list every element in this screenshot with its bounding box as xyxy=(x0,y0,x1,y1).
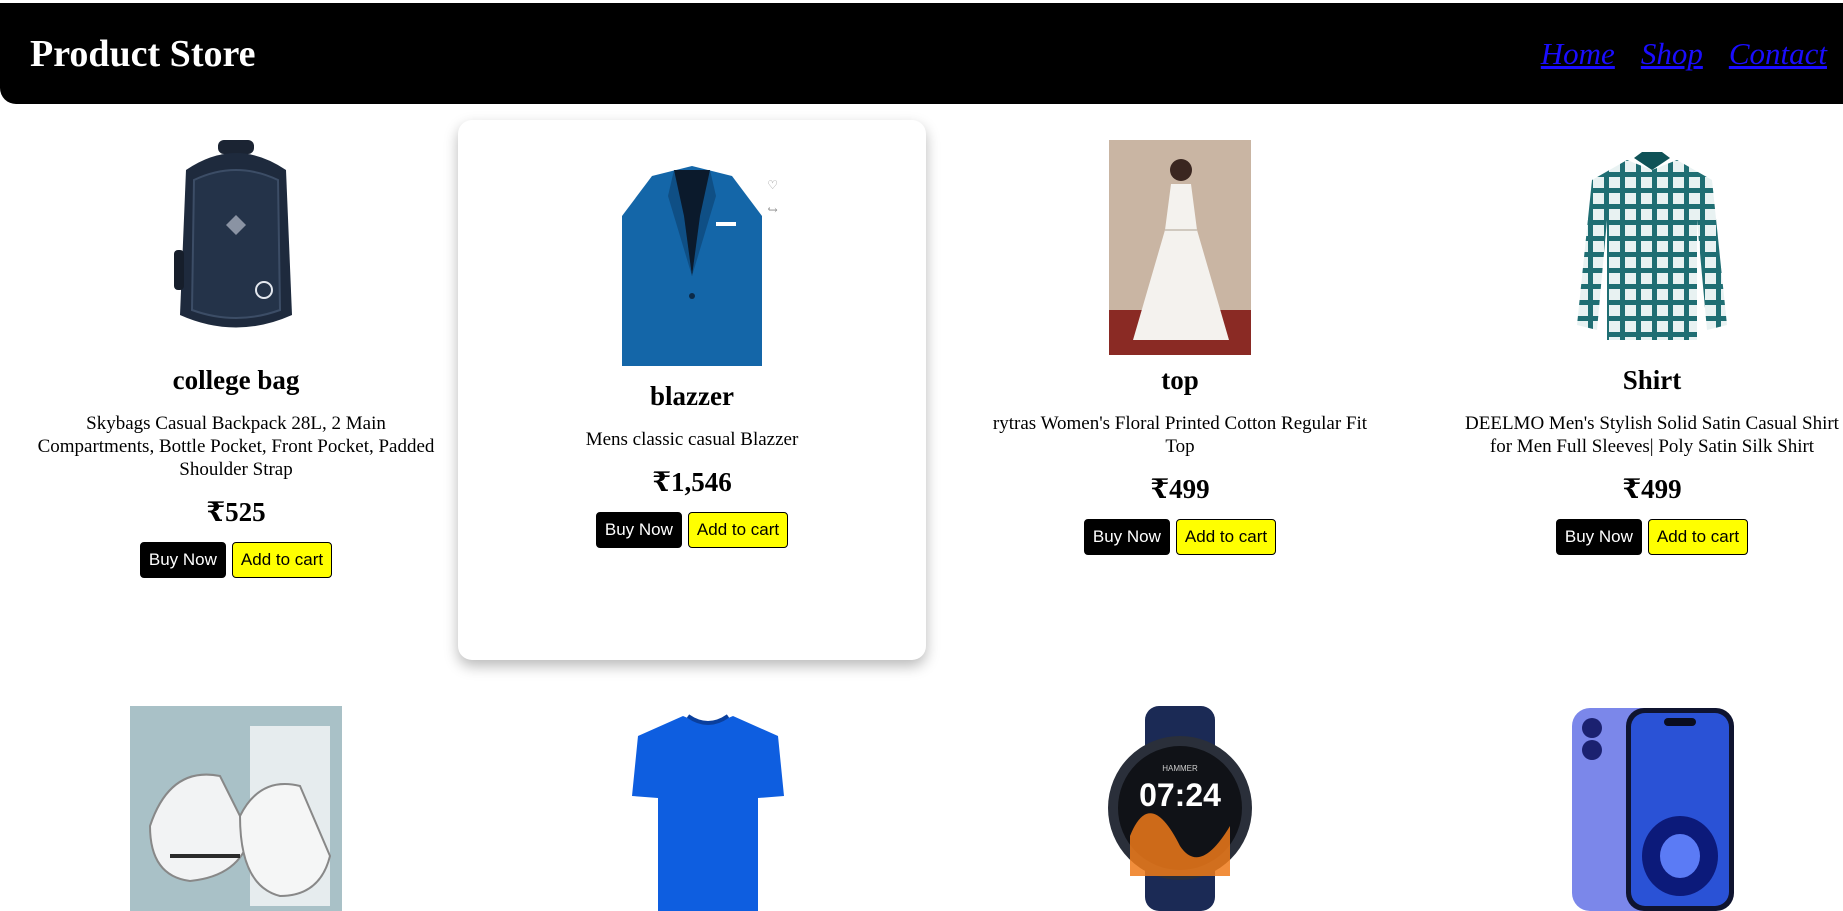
buy-now-button[interactable]: Buy Now xyxy=(595,512,682,548)
product-description: Mens classic casual Blazzer xyxy=(585,429,799,450)
backpack-image xyxy=(121,140,351,355)
smartwatch-image: HAMMER 07:24 xyxy=(1108,706,1252,911)
product-description: rytras Women's Floral Printed Cotton Reg… xyxy=(992,413,1368,457)
product-actions: Buy Now Add to cart xyxy=(595,512,789,548)
product-card: top rytras Women's Floral Printed Cotton… xyxy=(944,104,1416,669)
product-grid: college bag Skybags Casual Backpack 28L,… xyxy=(0,104,1843,669)
add-to-cart-button[interactable]: Add to cart xyxy=(1647,519,1749,555)
shirt-image xyxy=(1537,140,1767,355)
buy-now-button[interactable]: Buy Now xyxy=(1083,519,1170,555)
main-nav: Home Shop Contact xyxy=(1541,36,1827,72)
product-actions: Buy Now Add to cart xyxy=(1555,519,1749,555)
product-price: ₹525 xyxy=(206,497,266,527)
watch-time-text: 07:24 xyxy=(1139,777,1221,813)
nav-contact-link[interactable]: Contact xyxy=(1729,36,1827,72)
sneakers-image xyxy=(130,706,342,911)
product-price: ₹1,546 xyxy=(652,467,732,497)
brand-title: Product Store xyxy=(30,32,256,75)
card-side-icons: ♡ ↪ xyxy=(767,178,778,218)
product-actions: Buy Now Add to cart xyxy=(1083,519,1277,555)
share-icon[interactable]: ↪ xyxy=(767,203,778,218)
nav-home-link[interactable]: Home xyxy=(1541,36,1615,72)
tshirt-image xyxy=(632,714,784,911)
product-row-2: HAMMER 07:24 xyxy=(0,706,1843,911)
nav-shop-link[interactable]: Shop xyxy=(1641,36,1703,72)
product-description: Skybags Casual Backpack 28L, 2 Main Comp… xyxy=(37,413,435,480)
product-card: Shirt DEELMO Men's Stylish Solid Satin C… xyxy=(1416,104,1843,669)
product-card xyxy=(0,706,472,911)
product-card: college bag Skybags Casual Backpack 28L,… xyxy=(0,104,472,669)
dress-image xyxy=(1065,140,1295,355)
product-name: top xyxy=(1161,365,1199,395)
add-to-cart-button[interactable]: Add to cart xyxy=(687,512,789,548)
product-name: Shirt xyxy=(1622,365,1682,395)
product-card: ♡ ↪ blazzer Mens classic casual Blazzer … xyxy=(458,120,926,660)
product-card: HAMMER 07:24 xyxy=(944,706,1416,911)
phone-image xyxy=(1572,708,1734,911)
product-actions: Buy Now Add to cart xyxy=(139,542,333,578)
buy-now-button[interactable]: Buy Now xyxy=(139,542,226,578)
product-card xyxy=(1416,706,1843,911)
product-price: ₹499 xyxy=(1150,474,1210,504)
top-header: Product Store Home Shop Contact xyxy=(0,3,1843,104)
watch-brand-text: HAMMER xyxy=(1162,764,1198,773)
add-to-cart-button[interactable]: Add to cart xyxy=(231,542,333,578)
heart-icon[interactable]: ♡ xyxy=(767,178,778,193)
add-to-cart-button[interactable]: Add to cart xyxy=(1175,519,1277,555)
product-name: blazzer xyxy=(650,381,734,411)
product-name: college bag xyxy=(172,365,300,395)
product-price: ₹499 xyxy=(1622,474,1682,504)
buy-now-button[interactable]: Buy Now xyxy=(1555,519,1642,555)
product-card xyxy=(472,706,944,911)
product-description: DEELMO Men's Stylish Solid Satin Casual … xyxy=(1465,413,1839,457)
